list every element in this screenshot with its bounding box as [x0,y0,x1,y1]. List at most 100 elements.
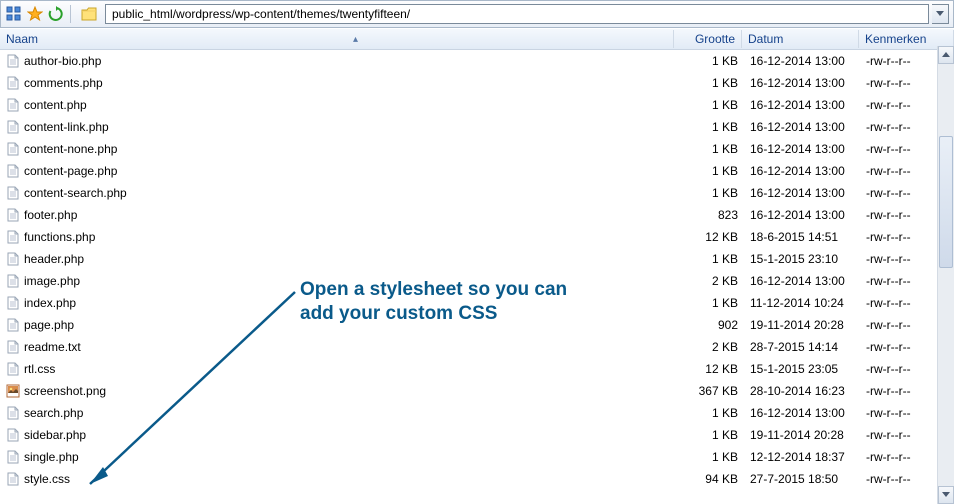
file-type-icon [6,142,20,156]
file-date: 16-12-2014 13:00 [744,206,860,224]
file-size: 94 KB [677,470,744,488]
file-type-icon [6,164,20,178]
file-row[interactable]: content-none.php1 KB16-12-2014 13:00-rw-… [0,138,954,160]
file-date: 16-12-2014 13:00 [744,118,860,136]
folder-icon [80,5,98,23]
file-type-icon [6,340,20,354]
file-row[interactable]: header.php1 KB15-1-2015 23:10-rw-r--r-- [0,248,954,270]
file-type-icon [6,54,20,68]
column-header-size[interactable]: Grootte [674,30,742,48]
file-name: image.php [24,274,80,288]
file-date: 19-11-2014 20:28 [744,426,860,444]
file-row[interactable]: index.php1 KB11-12-2014 10:24-rw-r--r-- [0,292,954,314]
file-date: 16-12-2014 13:00 [744,272,860,290]
file-name: index.php [24,296,76,310]
file-date: 16-12-2014 13:00 [744,184,860,202]
file-name: readme.txt [24,340,81,354]
file-row[interactable]: page.php90219-11-2014 20:28-rw-r--r-- [0,314,954,336]
file-row[interactable]: content-page.php1 KB16-12-2014 13:00-rw-… [0,160,954,182]
file-row[interactable]: footer.php82316-12-2014 13:00-rw-r--r-- [0,204,954,226]
file-row[interactable]: search.php1 KB16-12-2014 13:00-rw-r--r-- [0,402,954,424]
file-type-icon [6,318,20,332]
column-header-date[interactable]: Datum [742,30,859,48]
toolbar-separator [70,5,71,23]
file-size: 1 KB [677,426,744,444]
file-name: footer.php [24,208,77,222]
file-size: 1 KB [677,74,744,92]
file-type-icon [6,428,20,442]
file-size: 902 [677,316,744,334]
file-size: 1 KB [677,52,744,70]
file-type-icon [6,186,20,200]
file-size: 1 KB [677,184,744,202]
column-label: Naam [6,32,38,46]
file-date: 12-12-2014 18:37 [744,448,860,466]
toolbar [0,0,954,28]
file-name: header.php [24,252,84,266]
file-row[interactable]: sidebar.php1 KB19-11-2014 20:28-rw-r--r-… [0,424,954,446]
file-row[interactable]: content.php1 KB16-12-2014 13:00-rw-r--r-… [0,94,954,116]
file-date: 11-12-2014 10:24 [744,294,860,312]
scroll-down-button[interactable] [938,486,954,504]
address-dropdown-button[interactable] [932,4,949,24]
file-date: 16-12-2014 13:00 [744,404,860,422]
file-date: 18-6-2015 14:51 [744,228,860,246]
tree-view-icon[interactable] [5,5,23,23]
file-name: sidebar.php [24,428,86,442]
scroll-up-button[interactable] [938,46,954,64]
file-size: 1 KB [677,404,744,422]
file-name: comments.php [24,76,103,90]
file-date: 27-7-2015 18:50 [744,470,860,488]
file-name: content-search.php [24,186,127,200]
file-type-icon [6,296,20,310]
address-bar[interactable] [105,4,929,24]
file-date: 16-12-2014 13:00 [744,140,860,158]
scroll-thumb[interactable] [939,136,953,268]
file-row[interactable]: single.php1 KB12-12-2014 18:37-rw-r--r-- [0,446,954,468]
file-date: 28-7-2015 14:14 [744,338,860,356]
file-type-icon [6,208,20,222]
file-size: 823 [677,206,744,224]
column-header: Naam ▴ Grootte Datum Kenmerken [0,28,954,50]
file-row[interactable]: content-link.php1 KB16-12-2014 13:00-rw-… [0,116,954,138]
address-input[interactable] [110,4,924,24]
file-row[interactable]: author-bio.php1 KB16-12-2014 13:00-rw-r-… [0,50,954,72]
file-name: functions.php [24,230,95,244]
vertical-scrollbar[interactable] [937,46,954,504]
file-row[interactable]: image.php2 KB16-12-2014 13:00-rw-r--r-- [0,270,954,292]
sort-indicator-icon: ▴ [44,34,667,45]
file-name: single.php [24,450,79,464]
file-type-icon [6,406,20,420]
file-name: content-none.php [24,142,117,156]
file-date: 16-12-2014 13:00 [744,74,860,92]
file-row[interactable]: style.css94 KB27-7-2015 18:50-rw-r--r-- [0,468,954,490]
file-date: 16-12-2014 13:00 [744,96,860,114]
file-row[interactable]: screenshot.png367 KB28-10-2014 16:23-rw-… [0,380,954,402]
file-row[interactable]: rtl.css12 KB15-1-2015 23:05-rw-r--r-- [0,358,954,380]
file-name: content-link.php [24,120,109,134]
file-size: 1 KB [677,250,744,268]
file-size: 1 KB [677,118,744,136]
file-row[interactable]: comments.php1 KB16-12-2014 13:00-rw-r--r… [0,72,954,94]
file-date: 16-12-2014 13:00 [744,162,860,180]
file-size: 367 KB [677,382,744,400]
file-type-icon [6,98,20,112]
file-name: search.php [24,406,83,420]
column-header-name[interactable]: Naam ▴ [0,30,674,48]
chevron-down-icon [936,11,944,17]
refresh-icon[interactable] [47,5,65,23]
file-size: 2 KB [677,338,744,356]
file-row[interactable]: content-search.php1 KB16-12-2014 13:00-r… [0,182,954,204]
file-type-icon [6,252,20,266]
file-date: 28-10-2014 16:23 [744,382,860,400]
file-type-icon [6,230,20,244]
file-name: rtl.css [24,362,55,376]
file-row[interactable]: functions.php12 KB18-6-2015 14:51-rw-r--… [0,226,954,248]
file-size: 2 KB [677,272,744,290]
file-row[interactable]: readme.txt2 KB28-7-2015 14:14-rw-r--r-- [0,336,954,358]
file-type-icon [6,76,20,90]
file-type-icon [6,450,20,464]
file-name: style.css [24,472,70,486]
favorite-icon[interactable] [26,5,44,23]
file-list: author-bio.php1 KB16-12-2014 13:00-rw-r-… [0,50,954,490]
